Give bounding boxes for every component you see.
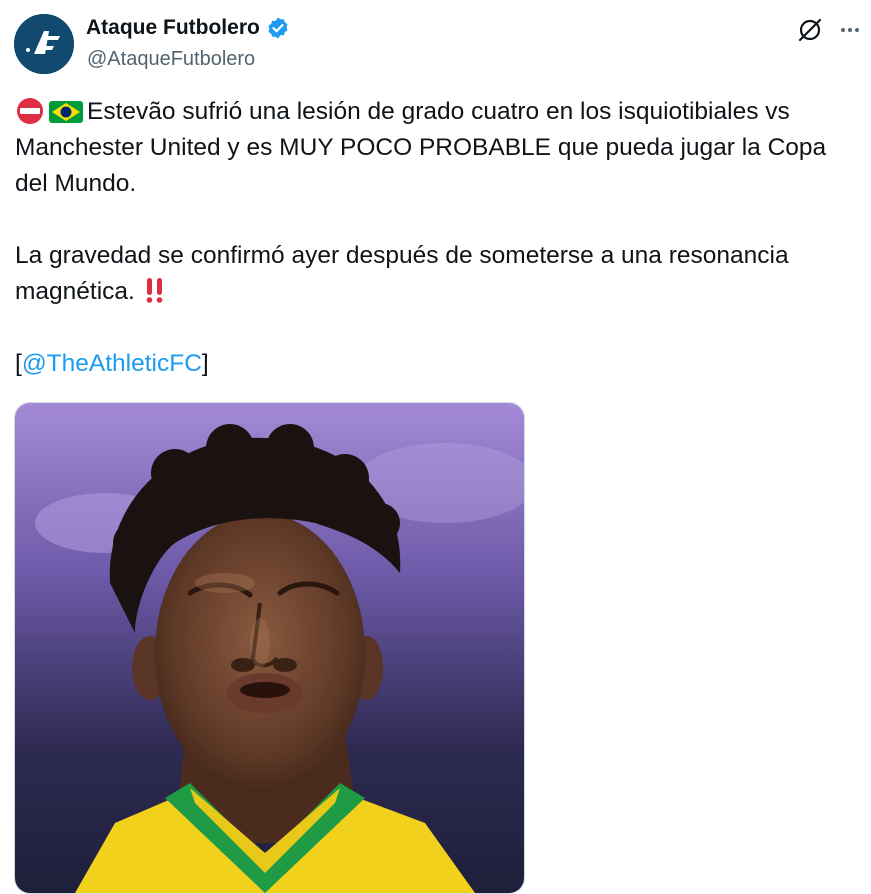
no-entry-emoji-icon [17, 98, 43, 124]
author-display-name[interactable]: Ataque Futbolero [86, 16, 260, 40]
author-handle[interactable]: @AtaqueFutbolero [87, 48, 255, 71]
more-options-button[interactable] [836, 16, 864, 44]
source-bracket-close: ] [201, 350, 209, 377]
avatar[interactable] [14, 14, 74, 74]
more-horizontal-icon [841, 28, 845, 32]
tweet-photo[interactable] [14, 402, 525, 894]
more-horizontal-icon [848, 28, 852, 32]
verified-badge-icon[interactable] [266, 16, 290, 40]
mention-link[interactable]: @TheAthleticFC [22, 350, 202, 377]
author-name-row: Ataque Futbolero [86, 16, 290, 40]
brazil-flag-emoji-icon [49, 101, 83, 123]
tweet-line-1: Estevão sufrió una lesión de grado cuatr… [15, 98, 827, 197]
source-bracket-open: [ [15, 350, 22, 377]
tweet-paragraph-2: La gravedad se confirmó ayer después de … [15, 238, 855, 310]
player-photo [15, 403, 524, 893]
tweet-source: [@TheAthleticFC] [15, 346, 855, 382]
ataque-futbolero-logo [14, 14, 74, 74]
tweet-line-2: La gravedad se confirmó ayer después de … [15, 242, 789, 305]
tweet-text: Estevão sufrió una lesión de grado cuatr… [15, 94, 855, 382]
more-horizontal-icon [855, 28, 859, 32]
double-exclamation-emoji-icon [146, 278, 162, 303]
tweet-paragraph-1: Estevão sufrió una lesión de grado cuatr… [15, 94, 855, 202]
grok-slash-circle-icon [798, 18, 822, 42]
grok-button[interactable] [796, 16, 824, 44]
